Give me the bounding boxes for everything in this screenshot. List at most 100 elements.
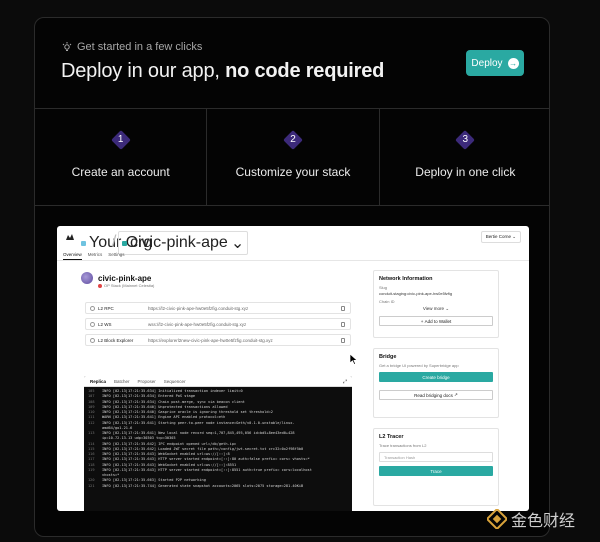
radio-icon	[90, 321, 95, 327]
op-stack-icon	[98, 283, 102, 288]
log-line-text: INFO [02-13|17:21:35.663] Started P2P ne…	[102, 478, 206, 483]
transaction-hash-input[interactable]: Transaction Hash	[379, 452, 493, 462]
log-line-text: vhosts=*	[102, 473, 120, 477]
step-number: 1	[117, 134, 124, 145]
read-docs-label: Read bridging docs	[414, 392, 453, 398]
project-name: civic-pink-ape	[130, 234, 228, 251]
eyebrow-text: Get started in a few clicks	[77, 41, 203, 53]
copy-icon[interactable]	[341, 305, 345, 311]
tab-sequencer[interactable]: Sequencer	[164, 379, 186, 384]
watermark: 金色财经	[487, 507, 575, 531]
endpoint-row: L2 WS wss://l2-civic-pink-ape-hw0e5fzfig…	[85, 318, 351, 330]
bridge-card: Bridge Get a bridge UI powered by Superb…	[373, 348, 499, 418]
eyebrow: Get started in a few clicks	[62, 41, 202, 53]
tab-overview[interactable]: Overview	[63, 252, 82, 260]
log-line-text: INFO [02-13|17:21:35.643] WebSocket enab…	[102, 452, 230, 456]
chevron-down-icon: ⌄	[445, 306, 450, 311]
step-deploy-one-click: 3 Deploy in one click	[380, 109, 549, 205]
slug-label: Slug	[379, 285, 388, 290]
log-line-text: amd64/go1.21.6	[102, 425, 133, 430]
tab-batcher[interactable]: Batcher	[114, 379, 130, 384]
log-line-text: INFO [02-13|17:21:35.643] HTTP server st…	[102, 467, 312, 472]
external-link-icon: ↗	[454, 392, 458, 397]
log-line-text: INFO [02-13|17:21:35.641] Starting peer-…	[102, 420, 295, 425]
create-bridge-button[interactable]: Create bridge	[379, 372, 493, 382]
terminal-tabs: Replica Batcher Proposer Sequencer ⤢	[84, 376, 352, 387]
step-number-badge: 1	[110, 129, 132, 151]
log-terminal: Replica Batcher Proposer Sequencer ⤢ 105…	[84, 376, 352, 511]
view-more-link[interactable]: View more ⌄	[379, 306, 493, 312]
copy-icon[interactable]	[341, 321, 345, 327]
trace-button[interactable]: Trace	[379, 466, 493, 476]
bridge-subtitle: Get a bridge UI powered by Superbridge a…	[379, 363, 459, 368]
add-to-wallet-button[interactable]: + Add to Wallet	[379, 316, 493, 326]
hero-section: Get started in a few clicks Deploy in ou…	[35, 18, 549, 108]
log-output: 105 INFO [02-13|17:21:35.634] Initialized…	[84, 387, 352, 491]
project-switcher[interactable]: civic-pink-ape ⌄	[118, 231, 249, 255]
tracer-subtitle: Trace transactions from L2	[379, 443, 427, 448]
log-line: 119 INFO [02-13|17:21:35.643] HTTP server…	[88, 468, 348, 473]
log-line-number: 121	[88, 483, 95, 488]
step-label: Customize your stack	[235, 165, 351, 179]
log-line: 121 INFO [02-13|17:21:35.744] Generated s…	[88, 484, 348, 489]
chain-name: civic-pink-ape	[98, 273, 152, 283]
watermark-text: 金色财经	[511, 511, 576, 530]
radio-icon	[90, 305, 95, 311]
endpoint-key: L2 WS	[98, 321, 112, 327]
step-number: 3	[462, 134, 469, 145]
log-line-text: INFO [02-13|17:21:35.634] Chain post-mer…	[102, 399, 245, 404]
chain-subtitle-text: OP Stack (Mainnet Celestia)	[104, 283, 155, 288]
log-line-text: INFO [02-13|17:21:35.634] Initialized tr…	[102, 389, 243, 393]
step-customize-stack: 2 Customize your stack	[207, 109, 380, 205]
tab-divider	[57, 260, 529, 261]
chevron-down-icon: ⌄	[512, 234, 516, 239]
arrow-right-icon: →	[507, 57, 519, 69]
log-line-number: 112	[88, 420, 95, 425]
log-line-text: INFO [02-13|17:21:35.634] Entered PoS st…	[102, 394, 196, 399]
tab-settings[interactable]: Settings	[108, 252, 124, 260]
breadcrumb-separator: /	[112, 233, 117, 250]
endpoint-value: wss://l2-civic-pink-ape-hw0e5fzfig.condu…	[148, 321, 247, 327]
user-menu[interactable]: Bertie Corne ⌄	[480, 231, 521, 243]
tab-replica[interactable]: Replica	[90, 379, 106, 384]
log-line-text: WARN [02-13|17:21:35.641] Engine API ena…	[102, 415, 226, 420]
log-line-text: INFO [02-13|17:21:35.643] HTTP server st…	[102, 457, 310, 462]
steps-row: 1 Create an account 2 Customize your sta…	[35, 108, 549, 206]
chain-header: civic-pink-ape OP Stack (Mainnet Celesti…	[81, 272, 154, 288]
copy-icon[interactable]	[341, 337, 345, 343]
jinse-logo-icon	[487, 509, 507, 529]
tab-metrics[interactable]: Metrics	[88, 252, 103, 260]
title-bold: no code required	[225, 60, 385, 82]
chain-subtitle: OP Stack (Mainnet Celestia)	[98, 283, 154, 288]
slug-value: conduit-staging:civic-pink-ape-hw0e5fzfi…	[379, 291, 453, 296]
title-normal: Deploy in our app,	[61, 60, 226, 82]
lightbulb-icon	[62, 42, 72, 51]
expand-icon[interactable]: ⤢	[343, 379, 347, 385]
radio-icon	[90, 337, 95, 343]
log-line-text: INFO [02-13|17:21:35.640] Unprotected tr…	[102, 404, 228, 409]
mouse-cursor-icon	[350, 354, 358, 365]
user-name: Bertie Corne	[485, 234, 511, 239]
tab-proposer[interactable]: Proposer	[138, 379, 156, 384]
step-label: Deploy in one click	[415, 165, 516, 179]
read-bridging-docs-button[interactable]: Read bridging docs ↗	[379, 390, 493, 400]
log-line-text: ip=10.72.13.13 udp=30303 tcp=30303	[102, 436, 176, 441]
log-line-text: INFO [02-13|17:21:35.643] WebSocket enab…	[102, 462, 237, 467]
endpoint-key: L2 RPC	[98, 305, 114, 311]
log-line-text: INFO [02-13|17:21:35.642] Loaded JWT sec…	[102, 446, 304, 451]
endpoint-value: https://explorerl2new-civic-pink-ape-hw0…	[148, 337, 273, 343]
org-color-icon	[81, 240, 86, 246]
l2-tracer-card: L2 Tracer Trace transactions from L2 Tra…	[373, 428, 499, 506]
step-number-badge: 3	[454, 129, 476, 151]
deploy-button[interactable]: Deploy →	[466, 50, 524, 76]
tracer-title: L2 Tracer	[379, 434, 404, 440]
bridge-title: Bridge	[379, 354, 397, 360]
preview-tabs: Overview Metrics Settings	[63, 252, 125, 260]
page-title: Deploy in our app, no code required	[61, 60, 384, 83]
app-logo-icon	[66, 234, 74, 240]
endpoint-value: https://l2-civic-pink-ape-hw0e5fzfig.con…	[148, 305, 249, 311]
network-info-card: Network Information Slug conduit-staging…	[373, 270, 499, 338]
step-number: 2	[290, 134, 296, 145]
app-preview-screenshot: Your Org / civic-pink-ape ⌄ Bertie Corne…	[57, 226, 529, 511]
chain-id-label: Chain ID	[379, 299, 395, 304]
